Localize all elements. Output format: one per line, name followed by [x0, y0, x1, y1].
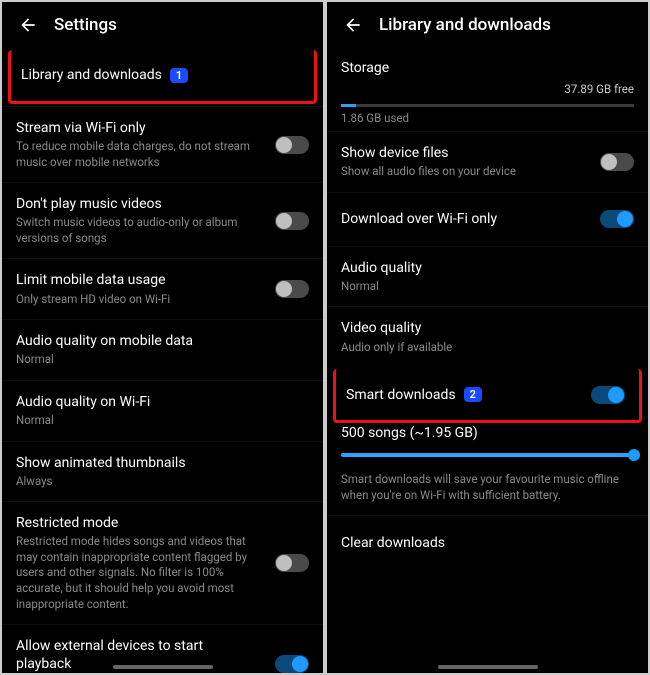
row-title: Library and downloads	[21, 66, 162, 84]
toggle-limit-mobile-data[interactable]	[275, 280, 309, 298]
setting-audio-quality-mobile[interactable]: Audio quality on mobile data Normal	[2, 319, 323, 380]
appbar: Settings	[2, 2, 323, 48]
setting-video-quality[interactable]: Video quality Audio only if available	[327, 306, 648, 367]
row-sub: To reduce mobile data charges, do not st…	[16, 139, 309, 170]
row-sub: Normal	[16, 413, 309, 429]
row-sub: Normal	[341, 279, 634, 295]
row-sub: Only stream HD video on Wi-Fi	[16, 292, 309, 308]
screen-settings: Settings Library and downloads 1 Stream …	[0, 0, 325, 675]
row-title: Audio quality on mobile data	[16, 332, 309, 350]
storage-free: 37.89 GB free	[341, 82, 634, 96]
storage-section: Storage 37.89 GB free 1.86 GB used	[327, 48, 648, 131]
row-sub: Always	[16, 474, 309, 490]
row-sub: Audio only if available	[341, 340, 634, 356]
row-sub: Switch music videos to audio-only or alb…	[16, 215, 309, 246]
toggle-smart-downloads[interactable]	[591, 386, 625, 404]
page-title: Library and downloads	[379, 15, 551, 35]
toggle-show-device-files[interactable]	[600, 153, 634, 171]
storage-heading: Storage	[341, 60, 634, 76]
setting-dont-play-videos[interactable]: Don't play music videos Switch music vid…	[2, 182, 323, 258]
step-badge-2: 2	[464, 387, 482, 402]
row-sub: Normal	[16, 352, 309, 368]
gesture-bar	[438, 665, 538, 669]
row-title: Restricted mode	[16, 514, 309, 532]
row-title: Show animated thumbnails	[16, 454, 309, 472]
back-icon[interactable]	[335, 7, 371, 43]
gesture-bar	[113, 665, 213, 669]
toggle-stream-wifi[interactable]	[275, 136, 309, 154]
back-icon[interactable]	[10, 7, 46, 43]
setting-stream-wifi-only[interactable]: Stream via Wi-Fi only To reduce mobile d…	[2, 106, 323, 182]
row-title: Clear downloads	[341, 534, 634, 552]
row-title: Don't play music videos	[16, 195, 309, 213]
setting-show-device-files[interactable]: Show device files Show all audio files o…	[327, 131, 648, 192]
setting-smart-downloads[interactable]: Smart downloads 2	[333, 369, 642, 423]
row-title: Smart downloads	[346, 386, 456, 404]
row-title: Stream via Wi-Fi only	[16, 119, 309, 137]
toggle-dont-play-videos[interactable]	[275, 212, 309, 230]
row-title: Audio quality on Wi-Fi	[16, 393, 309, 411]
step-badge-1: 1	[170, 68, 188, 83]
setting-restricted-mode[interactable]: Restricted mode Restricted mode hides so…	[2, 501, 323, 624]
row-sub: Show all audio files on your device	[341, 164, 634, 180]
slider-thumb[interactable]	[628, 449, 640, 461]
slider-label: 500 songs (~1.95 GB)	[341, 425, 634, 441]
smart-downloads-slider-block: 500 songs (~1.95 GB) Smart downloads wil…	[327, 425, 648, 515]
page-title: Settings	[54, 15, 117, 35]
smart-downloads-slider[interactable]	[341, 453, 634, 457]
setting-library-and-downloads[interactable]: Library and downloads 1	[8, 50, 317, 104]
setting-audio-quality-wifi[interactable]: Audio quality on Wi-Fi Normal	[2, 380, 323, 441]
row-sub: Restricted mode hides songs and videos t…	[16, 534, 309, 612]
slider-note: Smart downloads will save your favourite…	[341, 471, 634, 503]
appbar: Library and downloads	[327, 2, 648, 48]
screen-library-downloads: Library and downloads Storage 37.89 GB f…	[325, 0, 650, 675]
row-title: Show device files	[341, 144, 634, 162]
setting-download-wifi-only[interactable]: Download over Wi-Fi only	[327, 192, 648, 246]
setting-limit-mobile-data[interactable]: Limit mobile data usage Only stream HD v…	[2, 258, 323, 319]
row-title: Audio quality	[341, 259, 634, 277]
row-title: Download over Wi-Fi only	[341, 210, 634, 228]
row-title: Video quality	[341, 319, 634, 337]
toggle-external-devices[interactable]	[275, 655, 309, 673]
clear-downloads[interactable]: Clear downloads	[327, 515, 648, 569]
row-title: Limit mobile data usage	[16, 271, 309, 289]
storage-used: 1.86 GB used	[341, 111, 634, 125]
storage-bar	[341, 104, 634, 107]
toggle-download-wifi[interactable]	[600, 210, 634, 228]
toggle-restricted-mode[interactable]	[275, 554, 309, 572]
setting-audio-quality[interactable]: Audio quality Normal	[327, 246, 648, 307]
setting-animated-thumbnails[interactable]: Show animated thumbnails Always	[2, 441, 323, 502]
